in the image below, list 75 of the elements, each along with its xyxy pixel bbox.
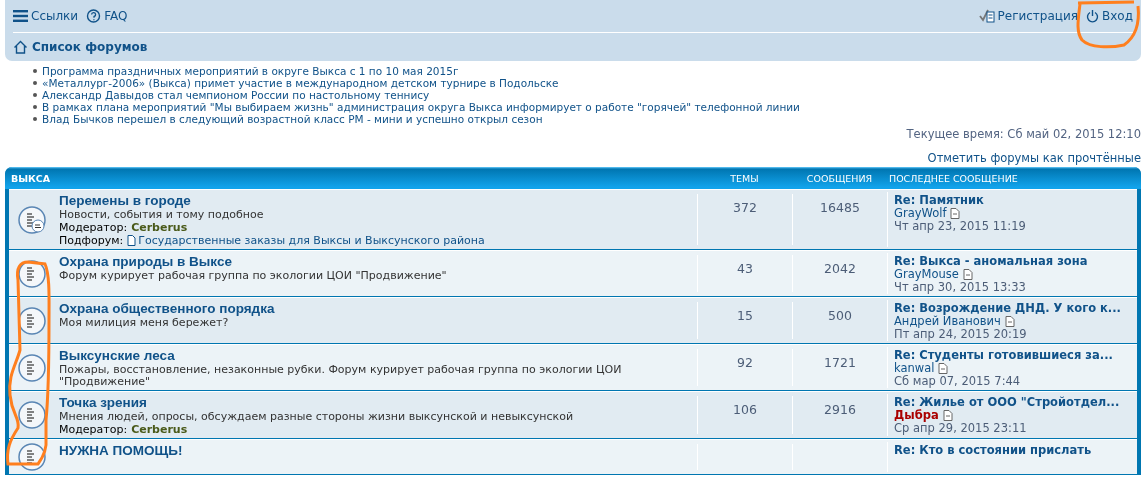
last-post-link[interactable]: Re: Выкса - аномальная зона — [894, 255, 1137, 268]
author-link[interactable]: Андрей Иванович — [894, 315, 1001, 328]
bullet-icon — [33, 105, 37, 109]
column-header: ВЫКСА — [10, 172, 52, 184]
topics-count: 15 — [697, 302, 792, 339]
forum-description: Новости, события и тому подобное — [59, 209, 265, 221]
nav-link[interactable]: Ссылки — [13, 9, 79, 23]
post-date: Ср апр 29, 2015 23:11 — [894, 422, 1028, 435]
subforum-link[interactable]: Государственные заказы для Выксы и Выксунского района — [127, 234, 485, 247]
post-date: Чт апр 30, 2015 13:33 — [894, 281, 1027, 294]
nav-link[interactable]: Регистрация — [978, 9, 1078, 23]
menu-icon — [13, 10, 28, 22]
moderator-label: Модератор: — [59, 221, 128, 234]
author-link[interactable]: Дыбра — [894, 409, 939, 422]
post-date: Пт апр 24, 2015 20:19 — [894, 328, 1028, 341]
column-header: ПОСЛЕДНЕЕ СООБЩЕНИЕ — [888, 172, 1019, 184]
breadcrumb-link[interactable]: Список форумов — [13, 33, 1133, 61]
document-icon — [942, 410, 953, 421]
posts-count: 2916 — [792, 396, 887, 434]
forum-title[interactable]: Выксунские леса — [59, 347, 697, 364]
home-icon — [13, 40, 28, 54]
bullet-icon — [33, 117, 37, 121]
news-link[interactable]: Александр Давыдов стал чемпионом России по настольному теннису — [42, 89, 430, 101]
bullet-icon — [33, 69, 37, 73]
column-header: ТЕМЫ — [729, 172, 760, 184]
posts-count: 2042 — [792, 255, 887, 292]
topics-count: 92 — [697, 349, 792, 386]
forum-title[interactable]: Перемены в городе — [59, 192, 485, 209]
posts-count: 1721 — [792, 349, 887, 386]
news-link[interactable]: Программа праздничных мероприятий в округе Выкса с 1 по 10 мая 2015г — [42, 65, 459, 77]
posts-count: 16485 — [792, 194, 887, 245]
author-link[interactable]: GrayWolf — [894, 207, 947, 220]
forum-description: Моя милиция меня бережет? — [59, 317, 230, 329]
forum-title[interactable]: Точка зрения — [59, 394, 574, 411]
power-icon — [1086, 9, 1099, 23]
author-link[interactable]: kanwal — [894, 362, 935, 375]
news-link[interactable]: В рамках плана мероприятий "Мы выбираем жизнь" администрация округа Выкса информирует о работе "горячей" телефонной линии — [42, 101, 800, 113]
topics-count: 106 — [697, 396, 792, 434]
document-icon — [1004, 316, 1015, 327]
current-time: Текущее время: Сб май 02, 2015 12:10 — [906, 127, 1141, 141]
author-link[interactable]: GrayMouse — [894, 268, 959, 281]
document-icon — [962, 269, 973, 280]
forum-description: Форум курирует рабочая группа по экологии ЦОИ "Продвижение" — [59, 270, 447, 282]
document-icon — [950, 208, 961, 219]
nav-link[interactable]: Вход — [1086, 9, 1133, 23]
bullet-icon — [33, 81, 37, 85]
subforum-label: Подфорум: — [59, 234, 124, 247]
document-icon — [938, 363, 949, 374]
topics-count: 43 — [697, 255, 792, 292]
mark-read-link[interactable]: Отметить форумы как прочтённые — [927, 151, 1141, 165]
forum-title[interactable]: Охрана природы в Выксе — [59, 253, 447, 270]
topics-count: 372 — [697, 194, 792, 245]
last-post-link[interactable]: Re: Студенты готовившиеся за... — [894, 349, 1137, 362]
last-post-link[interactable]: Re: Возрождение ДНД. У кого к... — [894, 302, 1137, 315]
nav-link[interactable]: FAQ — [86, 8, 128, 24]
moderator-link[interactable]: Cerberus — [131, 423, 188, 436]
forum-title[interactable]: Охрана общественного порядка — [59, 300, 275, 317]
bullet-icon — [33, 93, 37, 97]
checklist-icon — [978, 9, 995, 23]
help-icon — [86, 8, 102, 24]
forum-title[interactable]: НУЖНА ПОМОЩЬ! — [59, 442, 183, 459]
last-post-link[interactable]: Re: Кто в состоянии прислать — [894, 444, 1137, 457]
news-link[interactable]: Влад Бычков перешел в следующий возрастной класс РМ - мини и успешно открыл сезон — [42, 113, 543, 125]
moderator-link[interactable]: Cerberus — [131, 221, 188, 234]
last-post-link[interactable]: Re: Жилье от ООО "Стройотдел... — [894, 396, 1137, 409]
post-date: Сб мар 07, 2015 7:44 — [894, 375, 1022, 388]
post-date: Чт апр 23, 2015 11:19 — [894, 220, 1027, 233]
column-header: СООБЩЕНИЯ — [805, 172, 874, 184]
posts-count: 500 — [792, 302, 887, 339]
moderator-label: Модератор: — [59, 423, 128, 436]
forum-description: Мнения людей, опросы, обсуждаем разные стороны жизни выксунской и невыксунской — [59, 411, 574, 423]
news-link[interactable]: «Металлург-2006» (Выкса) примет участие в международном детском турнире в Подольске — [42, 77, 559, 89]
last-post-link[interactable]: Re: Памятник — [894, 194, 1137, 207]
page-icon — [127, 235, 137, 246]
forum-description: Пожары, восстановление, незаконные рубки. Форум курирует рабочая группа по экологии ЦОИ "Продвижение" — [59, 364, 623, 388]
